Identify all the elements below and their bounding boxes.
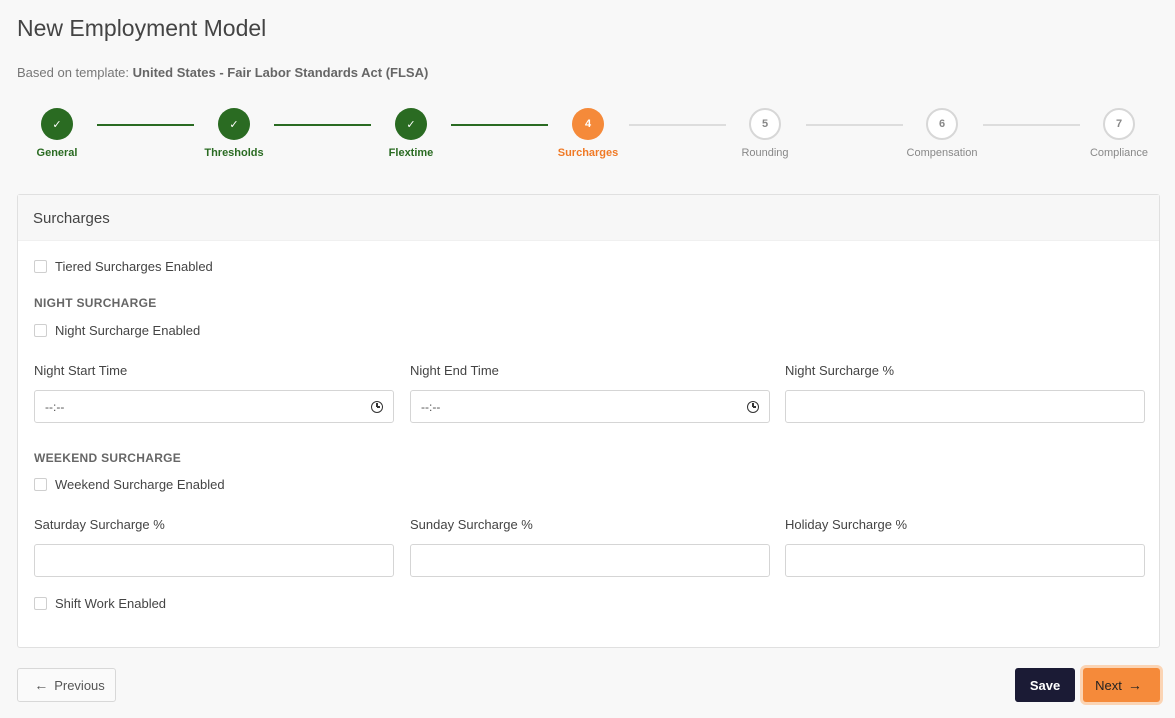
template-name: United States - Fair Labor Standards Act… (132, 65, 429, 80)
night-surcharge-label: Night Surcharge Enabled (55, 323, 201, 338)
weekend-surcharge-toggle[interactable]: Weekend Surcharge Enabled (34, 477, 225, 492)
check-icon: ✓ (395, 108, 427, 140)
sunday-label: Sunday Surcharge % (410, 517, 533, 532)
step-number: 7 (1103, 108, 1135, 140)
step-label: Compensation (906, 147, 978, 159)
night-surcharge-heading: NIGHT SURCHARGE (34, 296, 157, 310)
step-compliance[interactable]: 7 Compliance (1059, 108, 1175, 159)
step-label: General (36, 147, 78, 159)
step-number: 4 (572, 108, 604, 140)
template-prefix: Based on template: (17, 65, 130, 80)
night-start-label: Night Start Time (34, 363, 128, 378)
arrow-right-icon: → (1127, 677, 1142, 693)
previous-button[interactable]: ← Previous (17, 668, 116, 702)
night-surcharge-toggle[interactable]: Night Surcharge Enabled (34, 323, 200, 338)
step-number: 5 (749, 108, 781, 140)
arrow-left-icon: ← (34, 677, 49, 693)
step-general[interactable]: ✓ General (0, 108, 117, 159)
step-thresholds[interactable]: ✓ Thresholds (174, 108, 294, 159)
page-title: New Employment Model (17, 15, 267, 41)
night-end-label: Night End Time (410, 363, 499, 378)
shift-work-checkbox[interactable] (34, 597, 47, 610)
stepper: ✓ General ✓ Thresholds ✓ Flextime 4 Surc… (0, 108, 1175, 168)
card-title: Surcharges (18, 195, 1159, 241)
check-icon: ✓ (41, 108, 73, 140)
step-surcharges[interactable]: 4 Surcharges (528, 108, 648, 159)
clock-icon[interactable] (371, 400, 383, 413)
step-compensation[interactable]: 6 Compensation (882, 108, 1002, 159)
weekend-surcharge-heading: WEEKEND SURCHARGE (34, 451, 182, 465)
step-rounding[interactable]: 5 Rounding (705, 108, 825, 159)
previous-label: Previous (54, 677, 105, 693)
step-label: Compliance (1089, 147, 1149, 159)
tiered-surcharges-checkbox[interactable] (34, 260, 47, 273)
step-label: Surcharges (557, 147, 619, 159)
weekend-surcharge-checkbox[interactable] (34, 478, 47, 491)
save-button[interactable]: Save (1015, 668, 1075, 702)
tiered-surcharges-toggle[interactable]: Tiered Surcharges Enabled (34, 259, 213, 274)
step-flextime[interactable]: ✓ Flextime (351, 108, 471, 159)
next-button[interactable]: Next → (1083, 668, 1160, 702)
step-label: Flextime (388, 147, 434, 159)
surcharges-card: Surcharges Tiered Surcharges Enabled NIG… (17, 194, 1160, 648)
shift-work-toggle[interactable]: Shift Work Enabled (34, 596, 166, 611)
holiday-input[interactable] (785, 544, 1145, 577)
holiday-label: Holiday Surcharge % (785, 517, 908, 532)
saturday-label: Saturday Surcharge % (34, 517, 165, 532)
night-pct-label: Night Surcharge % (785, 363, 895, 378)
night-end-value: --:-- (421, 399, 441, 414)
night-surcharge-checkbox[interactable] (34, 324, 47, 337)
night-end-input[interactable]: --:-- (410, 390, 770, 423)
template-info: Based on template: United States - Fair … (17, 65, 428, 80)
step-number: 6 (926, 108, 958, 140)
step-label: Thresholds (204, 147, 264, 159)
tiered-surcharges-label: Tiered Surcharges Enabled (55, 259, 213, 274)
step-label: Rounding (741, 147, 789, 159)
night-start-input[interactable]: --:-- (34, 390, 394, 423)
shift-work-label: Shift Work Enabled (55, 596, 167, 611)
night-pct-input[interactable] (785, 390, 1145, 423)
clock-icon[interactable] (747, 400, 759, 413)
check-icon: ✓ (218, 108, 250, 140)
sunday-input[interactable] (410, 544, 770, 577)
next-label: Next (1095, 677, 1122, 693)
weekend-surcharge-label: Weekend Surcharge Enabled (55, 477, 225, 492)
saturday-input[interactable] (34, 544, 394, 577)
night-start-value: --:-- (45, 399, 65, 414)
